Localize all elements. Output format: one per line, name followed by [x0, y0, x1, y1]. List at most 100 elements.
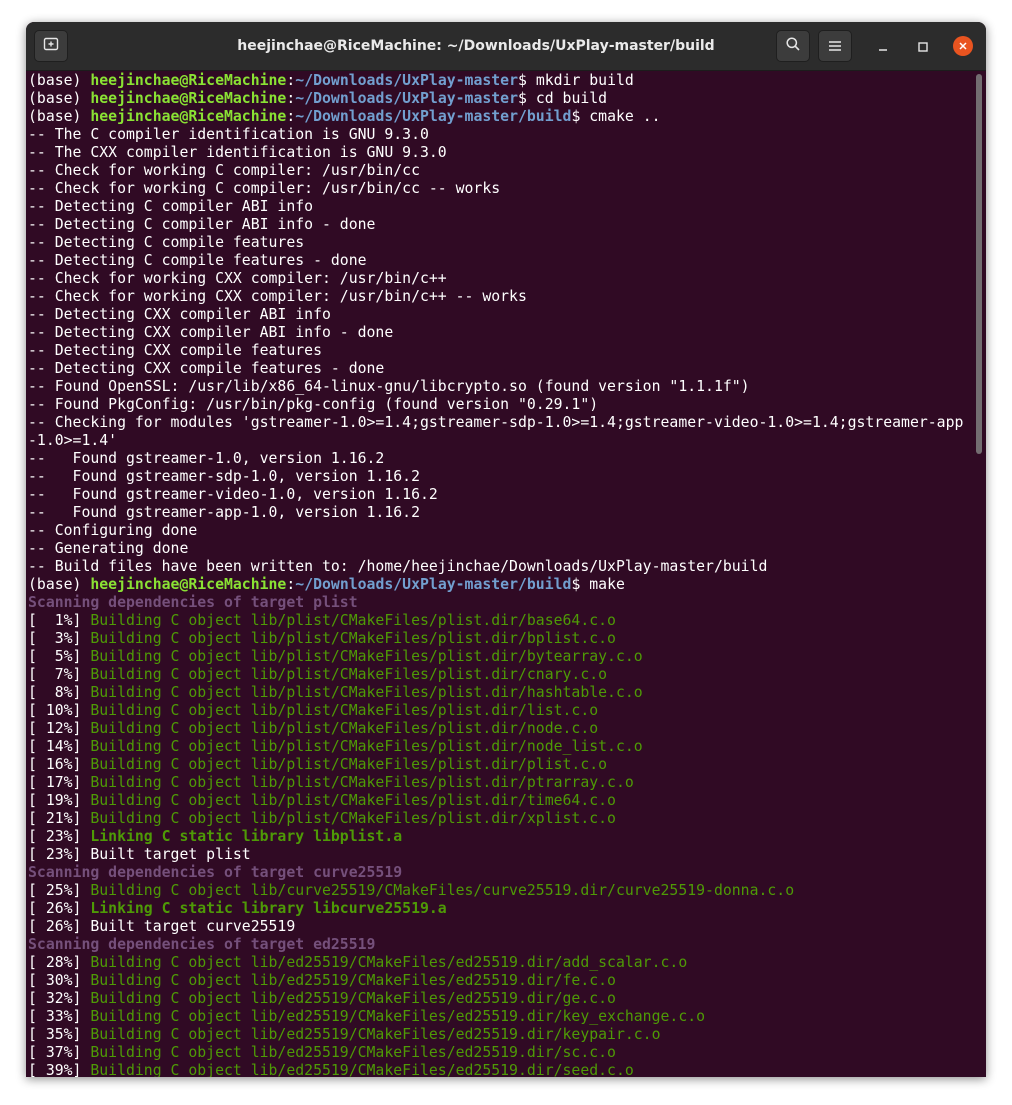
- build-text: Building C object lib/curve25519/CMakeFi…: [90, 882, 795, 899]
- progress-percent: [ 30%]: [28, 972, 91, 989]
- output-text: -- Found gstreamer-video-1.0, version 1.…: [28, 486, 438, 503]
- output-text: -- Found gstreamer-1.0, version 1.16.2: [28, 450, 385, 467]
- build-text: Building C object lib/plist/CMakeFiles/p…: [90, 612, 616, 629]
- prompt-user: heejinchae@RiceMachine: [90, 576, 287, 593]
- output-line: -- Check for working CXX compiler: /usr/…: [26, 270, 972, 288]
- close-button[interactable]: [953, 36, 973, 56]
- output-text: -- Generating done: [28, 540, 189, 557]
- output-line: [ 10%] Building C object lib/plist/CMake…: [26, 702, 972, 720]
- progress-percent: [ 32%]: [28, 990, 91, 1007]
- prompt-user: heejinchae@RiceMachine: [90, 108, 287, 125]
- output-line: -- Found gstreamer-sdp-1.0, version 1.16…: [26, 468, 972, 486]
- progress-percent: [ 8%]: [28, 684, 91, 701]
- progress-percent: [ 17%]: [28, 774, 91, 791]
- progress-percent: [ 39%]: [28, 1062, 91, 1077]
- progress-percent: [ 14%]: [28, 738, 91, 755]
- build-text: Building C object lib/plist/CMakeFiles/p…: [90, 702, 599, 719]
- prompt-line: (base) heejinchae@RiceMachine:~/Download…: [26, 90, 972, 108]
- built-text: Built target plist: [90, 846, 251, 863]
- output-text: -- Found OpenSSL: /usr/lib/x86_64-linux-…: [28, 378, 750, 395]
- output-line: -- Detecting C compile features: [26, 234, 972, 252]
- build-text: Building C object lib/plist/CMakeFiles/p…: [90, 792, 616, 809]
- output-line: -- Detecting C compile features - done: [26, 252, 972, 270]
- output-line: [ 16%] Building C object lib/plist/CMake…: [26, 756, 972, 774]
- prompt-path: ~/Downloads/UxPlay-master/build: [295, 576, 572, 593]
- prompt-line: (base) heejinchae@RiceMachine:~/Download…: [26, 72, 972, 90]
- output-line: -- Configuring done: [26, 522, 972, 540]
- output-line: -- Found gstreamer-app-1.0, version 1.16…: [26, 504, 972, 522]
- prompt-command: $ cd build: [518, 90, 608, 107]
- build-text: Building C object lib/plist/CMakeFiles/p…: [90, 720, 599, 737]
- progress-percent: [ 26%]: [28, 918, 91, 935]
- output-line: [ 3%] Building C object lib/plist/CMakeF…: [26, 630, 972, 648]
- output-text: -- Check for working CXX compiler: /usr/…: [28, 270, 447, 287]
- scan-text: Scanning dependencies of target curve255…: [28, 864, 403, 881]
- output-line: [ 8%] Building C object lib/plist/CMakeF…: [26, 684, 972, 702]
- build-text: Building C object lib/plist/CMakeFiles/p…: [90, 738, 643, 755]
- progress-percent: [ 35%]: [28, 1026, 91, 1043]
- prompt-path: ~/Downloads/UxPlay-master/build: [295, 108, 572, 125]
- build-text: Building C object lib/plist/CMakeFiles/p…: [90, 648, 643, 665]
- output-text: -- Found PkgConfig: /usr/bin/pkg-config …: [28, 396, 599, 413]
- hamburger-menu-icon: [828, 37, 842, 56]
- output-line: [ 23%] Built target plist: [26, 846, 972, 864]
- output-line: [ 28%] Building C object lib/ed25519/CMa…: [26, 954, 972, 972]
- new-tab-button[interactable]: [34, 30, 68, 62]
- built-text: Built target curve25519: [90, 918, 296, 935]
- build-text: Building C object lib/plist/CMakeFiles/p…: [90, 774, 634, 791]
- terminal-window: heejinchae@RiceMachine: ~/Downloads/UxPl…: [26, 22, 986, 1077]
- output-line: -- Generating done: [26, 540, 972, 558]
- prompt-env: (base): [28, 108, 91, 125]
- output-line: [ 17%] Building C object lib/plist/CMake…: [26, 774, 972, 792]
- progress-percent: [ 25%]: [28, 882, 91, 899]
- progress-percent: [ 26%]: [28, 900, 91, 917]
- output-text: -- Detecting C compile features: [28, 234, 305, 251]
- menu-button[interactable]: [818, 30, 852, 62]
- output-line: [ 26%] Built target curve25519: [26, 918, 972, 936]
- prompt-user: heejinchae@RiceMachine: [90, 72, 287, 89]
- prompt-env: (base): [28, 576, 91, 593]
- build-text: Building C object lib/plist/CMakeFiles/p…: [90, 810, 616, 827]
- prompt-command: $ mkdir build: [518, 72, 634, 89]
- output-text: -- Detecting CXX compiler ABI info - don…: [28, 324, 394, 341]
- output-line: [ 37%] Building C object lib/ed25519/CMa…: [26, 1044, 972, 1062]
- output-line: [ 26%] Linking C static library libcurve…: [26, 900, 972, 918]
- output-line: -- Found gstreamer-video-1.0, version 1.…: [26, 486, 972, 504]
- prompt-command: $ make: [571, 576, 625, 593]
- output-text: -- Configuring done: [28, 522, 198, 539]
- terminal-output[interactable]: (base) heejinchae@RiceMachine:~/Download…: [26, 71, 972, 1077]
- build-text: Building C object lib/ed25519/CMakeFiles…: [90, 1026, 661, 1043]
- progress-percent: [ 12%]: [28, 720, 91, 737]
- minimize-button[interactable]: [873, 36, 893, 56]
- prompt-user: heejinchae@RiceMachine: [90, 90, 287, 107]
- progress-percent: [ 5%]: [28, 648, 91, 665]
- output-text: -- Detecting CXX compile features: [28, 342, 322, 359]
- search-button[interactable]: [776, 30, 810, 62]
- progress-percent: [ 10%]: [28, 702, 91, 719]
- prompt-line: (base) heejinchae@RiceMachine:~/Download…: [26, 108, 972, 126]
- build-text: Building C object lib/ed25519/CMakeFiles…: [90, 990, 616, 1007]
- output-line: -- Check for working C compiler: /usr/bi…: [26, 180, 972, 198]
- output-line: -- Detecting CXX compile features: [26, 342, 972, 360]
- prompt-separator: :: [286, 108, 296, 125]
- title-bar[interactable]: heejinchae@RiceMachine: ~/Downloads/UxPl…: [26, 22, 986, 71]
- output-line: [ 33%] Building C object lib/ed25519/CMa…: [26, 1008, 972, 1026]
- search-icon: [785, 36, 801, 56]
- prompt-line: (base) heejinchae@RiceMachine:~/Download…: [26, 576, 972, 594]
- output-line: -- Detecting C compiler ABI info: [26, 198, 972, 216]
- build-text: Building C object lib/ed25519/CMakeFiles…: [90, 1008, 706, 1025]
- build-text: Building C object lib/plist/CMakeFiles/p…: [90, 666, 608, 683]
- maximize-button[interactable]: [913, 36, 933, 56]
- output-text: -- Detecting CXX compile features - done: [28, 360, 385, 377]
- maximize-icon: [918, 37, 928, 56]
- build-text: Building C object lib/plist/CMakeFiles/p…: [90, 756, 608, 773]
- build-text: Building C object lib/plist/CMakeFiles/p…: [90, 684, 643, 701]
- output-line: [ 7%] Building C object lib/plist/CMakeF…: [26, 666, 972, 684]
- build-text: Building C object lib/ed25519/CMakeFiles…: [90, 1044, 616, 1061]
- build-text: Building C object lib/plist/CMakeFiles/p…: [90, 630, 616, 647]
- output-text: -- Detecting C compile features - done: [28, 252, 367, 269]
- prompt-separator: :: [286, 90, 296, 107]
- scrollbar[interactable]: [976, 74, 982, 454]
- output-line: [ 19%] Building C object lib/plist/CMake…: [26, 792, 972, 810]
- prompt-separator: :: [286, 72, 296, 89]
